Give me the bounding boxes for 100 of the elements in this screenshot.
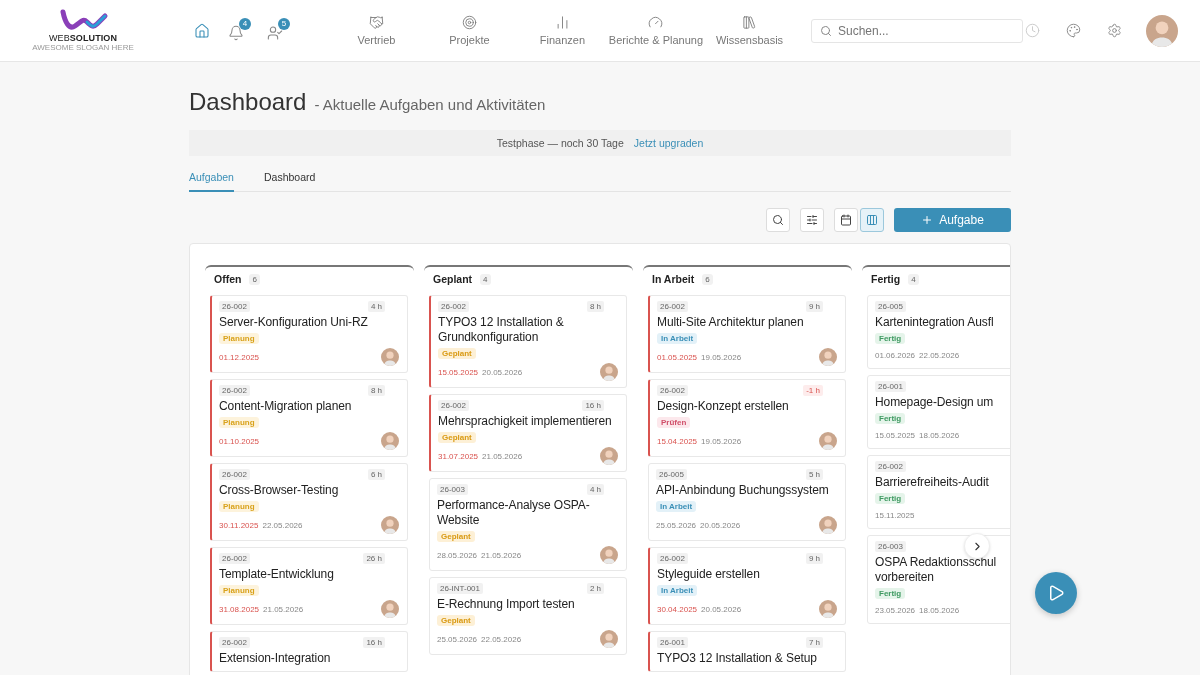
project-tag: 26-001: [657, 637, 688, 648]
project-tag: 26-003: [437, 484, 468, 495]
hours-tag: 4 h: [367, 301, 385, 312]
updated-date: 18.05.2026: [919, 605, 960, 615]
task-card[interactable]: 26-005 5 h API-Anbindung Buchungssystem In Arbeit 25.05.2026 20.05.2026: [648, 463, 846, 541]
task-card[interactable]: 26-INT-001 2 h E-Rechnung Import testen Geplant 25.05.2026 22.05.2026: [429, 577, 627, 655]
nav-item[interactable]: Projekte: [422, 15, 516, 46]
project-tag: 26-002: [438, 301, 469, 312]
task-card[interactable]: 26-002 8 h TYPO3 12 Installation & Grundkonfiguration Geplant 15.05.2025 20.05.2026: [429, 295, 627, 388]
hours-tag: 7 h: [805, 637, 823, 648]
column-title: In Arbeit: [652, 273, 695, 285]
column-title: Geplant: [433, 273, 473, 285]
hours-tag: 9 h: [805, 301, 823, 312]
play-button[interactable]: [1035, 572, 1077, 614]
plus-icon: [921, 214, 934, 226]
add-task-button[interactable]: Aufgabe: [894, 208, 1011, 232]
project-tag: 26-003: [875, 541, 906, 552]
search-icon: [820, 24, 832, 37]
due-date: 01.06.2026: [875, 350, 916, 360]
task-title: Extension-Integration: [219, 651, 332, 666]
user-button[interactable]: 5: [265, 18, 290, 43]
project-tag: 26-002: [219, 637, 250, 648]
calendar-view-button[interactable]: [834, 208, 858, 232]
nav-item[interactable]: Berichte & Planung: [608, 15, 704, 46]
hours-tag: -1 h: [803, 385, 823, 396]
nav-item[interactable]: Finanzen: [515, 15, 609, 46]
due-date: 23.05.2026: [875, 605, 916, 615]
task-title: OSPA Redaktionsschul vorbereiten: [875, 555, 998, 585]
project-tag: 26-005: [875, 301, 906, 312]
task-card[interactable]: 26-001 7 h TYPO3 12 Installation & Setup: [648, 631, 846, 672]
task-card[interactable]: 26-002 Barrierefreiheits-Audit Fertig 15.11.2025: [867, 455, 1010, 529]
task-card[interactable]: 26-003 OSPA Redaktionsschul vorbereiten Fertig 23.05.2026 18.05.2026: [867, 535, 1010, 624]
due-date: 15.11.2025: [875, 510, 915, 520]
task-card[interactable]: 26-001 Homepage-Design um Fertig 15.05.2025 18.05.2026: [867, 375, 1010, 449]
task-card[interactable]: 26-002 16 h Extension-Integration: [210, 631, 408, 672]
task-title: Mehrsprachigkeit implementieren: [438, 414, 613, 429]
hours-tag: 9 h: [805, 553, 823, 564]
task-card[interactable]: 26-002 9 h Styleguide erstellen In Arbeit 30.04.2025 20.05.2026: [648, 547, 846, 625]
updated-date: 20.05.2026: [701, 604, 742, 614]
updated-date: 19.05.2026: [701, 352, 742, 362]
task-title: Barrierefreiheits-Audit: [875, 475, 990, 490]
updated-date: 22.05.2026: [262, 520, 303, 530]
task-card[interactable]: 26-002 9 h Multi-Site Architektur planen In Arbeit 01.05.2025 19.05.2026: [648, 295, 846, 373]
task-card[interactable]: 26-005 Kartenintegration Ausfl Fertig 01.06.2026 22.05.2026: [867, 295, 1010, 369]
task-title: Server-Konfiguration Uni-RZ: [219, 315, 369, 330]
due-date: 31.08.2025: [219, 604, 260, 614]
project-tag: 26-002: [657, 301, 688, 312]
due-date: 30.11.2025: [219, 520, 259, 530]
palette-button[interactable]: [1064, 21, 1083, 40]
task-title: Template-Entwicklung: [219, 567, 335, 582]
nav-item[interactable]: Wissensbasis: [703, 15, 796, 46]
status-badge: Prüfen: [657, 417, 691, 428]
nav-item[interactable]: Vertrieb: [330, 15, 423, 46]
search-button[interactable]: [766, 208, 790, 232]
status-badge: Geplant: [438, 432, 476, 443]
page-title: Dashboard: [189, 88, 307, 116]
trial-text: Testphase — noch 30 Tage: [496, 137, 624, 149]
due-date: 15.05.2025: [438, 367, 479, 377]
task-card[interactable]: 26-002 16 h Mehrsprachigkeit implementieren Geplant 31.07.2025 21.05.2026: [429, 394, 627, 472]
status-badge: Fertig: [875, 588, 906, 599]
task-card[interactable]: 26-002 4 h Server-Konfiguration Uni-RZ Planung 01.12.2025: [210, 295, 408, 373]
due-date: 28.05.2026: [437, 550, 478, 560]
notifications-button[interactable]: 4: [226, 18, 251, 43]
count-badge: 4: [239, 18, 251, 30]
project-tag: 26-002: [219, 469, 250, 480]
hours-tag: 2 h: [586, 583, 604, 594]
status-badge: In Arbeit: [657, 333, 698, 344]
hours-tag: 4 h: [586, 484, 604, 495]
status-badge: Planung: [219, 585, 259, 596]
task-title: TYPO3 12 Installation & Grundkonfiguration: [438, 315, 565, 345]
settings-button[interactable]: [1105, 21, 1124, 40]
updated-date: 21.05.2026: [481, 550, 522, 560]
task-card[interactable]: 26-002 6 h Cross-Browser-Testing Planung 30.11.2025 22.05.2026: [210, 463, 408, 541]
task-card[interactable]: 26-002 -1 h Design-Konzept erstellen Prüfen 15.04.2025 19.05.2026: [648, 379, 846, 457]
logo-slogan: AWESOME SLOGAN HERE: [32, 43, 134, 52]
column-title: Offen: [214, 273, 242, 285]
project-tag: 26-002: [219, 301, 250, 312]
task-title: Design-Konzept erstellen: [657, 399, 790, 414]
task-card[interactable]: 26-002 8 h Content-Migration planen Planung 01.10.2025: [210, 379, 408, 457]
updated-date: 21.05.2026: [263, 604, 304, 614]
hours-tag: 26 h: [363, 553, 385, 564]
project-tag: 26-INT-001: [437, 583, 484, 594]
project-tag: 26-002: [875, 461, 906, 472]
due-date: 01.12.2025: [219, 352, 260, 362]
column-count: 6: [702, 273, 713, 285]
project-tag: 26-005: [656, 469, 687, 480]
tab[interactable]: Dashboard: [263, 164, 316, 192]
updated-date: 22.05.2026: [919, 350, 960, 360]
search-field[interactable]: Suchen...: [811, 18, 1023, 43]
tab[interactable]: Aufgaben: [189, 164, 234, 192]
filter-button[interactable]: [800, 208, 824, 232]
due-date: 31.07.2025: [438, 451, 479, 461]
column-title: Fertig: [871, 273, 901, 285]
hours-tag: 6 h: [367, 469, 385, 480]
home-icon: [194, 22, 210, 39]
task-card[interactable]: 26-003 4 h Performance-Analyse OSPA-Website Geplant 28.05.2026 21.05.2026: [429, 478, 627, 571]
hours-tag: 8 h: [367, 385, 385, 396]
status-badge: Geplant: [437, 615, 475, 626]
page-subtitle: - Aktuelle Aufgaben und Aktivitäten: [314, 96, 546, 113]
task-card[interactable]: 26-002 26 h Template-Entwicklung Planung 31.08.2025 21.05.2026: [210, 547, 408, 625]
